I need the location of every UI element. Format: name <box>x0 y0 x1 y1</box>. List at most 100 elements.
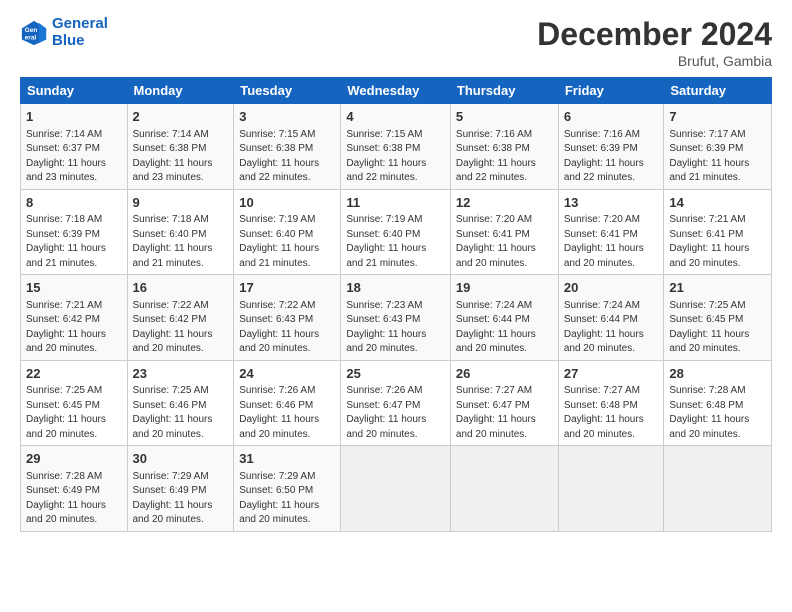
day-number: 9 <box>133 194 229 212</box>
week-row-4: 22 Sunrise: 7:25 AMSunset: 6:45 PMDayligh… <box>21 360 772 446</box>
day-info: Sunrise: 7:22 AMSunset: 6:43 PMDaylight:… <box>239 300 319 355</box>
calendar-header-row: SundayMondayTuesdayWednesdayThursdayFrid… <box>21 78 772 104</box>
day-number: 10 <box>239 194 335 212</box>
weekday-header-tuesday: Tuesday <box>234 78 341 104</box>
week-row-1: 1Sunrise: 7:14 AMSunset: 6:37 PMDaylight… <box>21 104 772 190</box>
calendar-cell: 27Sunrise: 7:27 AMSunset: 6:48 PMDayligh… <box>558 360 664 446</box>
day-number: 20 <box>564 279 659 297</box>
calendar-cell: 17 Sunrise: 7:22 AMSunset: 6:43 PMDayligh… <box>234 275 341 361</box>
day-number: 27 <box>564 365 659 383</box>
calendar-cell: 23 Sunrise: 7:25 AMSunset: 6:46 PMDayligh… <box>127 360 234 446</box>
calendar-cell: 30 Sunrise: 7:29 AMSunset: 6:49 PMDayligh… <box>127 446 234 532</box>
day-number: 25 <box>346 365 445 383</box>
week-row-3: 15 Sunrise: 7:21 AMSunset: 6:42 PMDayligh… <box>21 275 772 361</box>
day-number: 1 <box>26 108 122 126</box>
logo-text-block: General Blue <box>52 16 108 49</box>
weekday-header-wednesday: Wednesday <box>341 78 451 104</box>
day-number: 15 <box>26 279 122 297</box>
day-number: 5 <box>456 108 553 126</box>
calendar-cell: 9Sunrise: 7:18 AMSunset: 6:40 PMDaylight… <box>127 189 234 275</box>
day-number: 30 <box>133 450 229 468</box>
calendar-cell: 8Sunrise: 7:18 AMSunset: 6:39 PMDaylight… <box>21 189 128 275</box>
day-number: 12 <box>456 194 553 212</box>
main-title: December 2024 <box>537 16 772 53</box>
weekday-header-saturday: Saturday <box>664 78 772 104</box>
day-info: Sunrise: 7:14 AMSunset: 6:38 PMDaylight:… <box>133 129 213 184</box>
day-number: 17 <box>239 279 335 297</box>
weekday-header-sunday: Sunday <box>21 78 128 104</box>
day-number: 13 <box>564 194 659 212</box>
calendar-cell: 25Sunrise: 7:26 AMSunset: 6:47 PMDayligh… <box>341 360 451 446</box>
day-info: Sunrise: 7:16 AMSunset: 6:38 PMDaylight:… <box>456 129 536 184</box>
day-info: Sunrise: 7:29 AMSunset: 6:50 PMDaylight:… <box>239 471 319 526</box>
day-info: Sunrise: 7:28 AMSunset: 6:48 PMDaylight:… <box>669 385 749 440</box>
day-number: 28 <box>669 365 766 383</box>
day-number: 6 <box>564 108 659 126</box>
day-info: Sunrise: 7:25 AMSunset: 6:46 PMDaylight:… <box>133 385 213 440</box>
day-info: Sunrise: 7:28 AMSunset: 6:49 PMDaylight:… <box>26 471 106 526</box>
day-number: 21 <box>669 279 766 297</box>
day-number: 23 <box>133 365 229 383</box>
day-info: Sunrise: 7:18 AMSunset: 6:39 PMDaylight:… <box>26 214 106 269</box>
day-number: 16 <box>133 279 229 297</box>
calendar-cell <box>558 446 664 532</box>
calendar-cell: 6 Sunrise: 7:16 AMSunset: 6:39 PMDaylight… <box>558 104 664 190</box>
day-info: Sunrise: 7:21 AMSunset: 6:42 PMDaylight:… <box>26 300 106 355</box>
calendar-cell: 16Sunrise: 7:22 AMSunset: 6:42 PMDayligh… <box>127 275 234 361</box>
logo-icon: Gen eral <box>20 19 48 47</box>
calendar-cell: 28 Sunrise: 7:28 AMSunset: 6:48 PMDayligh… <box>664 360 772 446</box>
logo: Gen eral General Blue <box>20 16 108 49</box>
day-number: 4 <box>346 108 445 126</box>
day-info: Sunrise: 7:26 AMSunset: 6:46 PMDaylight:… <box>239 385 319 440</box>
day-info: Sunrise: 7:19 AMSunset: 6:40 PMDaylight:… <box>239 214 319 269</box>
calendar-body: 1Sunrise: 7:14 AMSunset: 6:37 PMDaylight… <box>21 104 772 532</box>
week-row-5: 29 Sunrise: 7:28 AMSunset: 6:49 PMDayligh… <box>21 446 772 532</box>
calendar-cell: 10 Sunrise: 7:19 AMSunset: 6:40 PMDayligh… <box>234 189 341 275</box>
calendar-cell: 12 Sunrise: 7:20 AMSunset: 6:41 PMDayligh… <box>450 189 558 275</box>
calendar-table: SundayMondayTuesdayWednesdayThursdayFrid… <box>20 77 772 532</box>
calendar-cell: 26 Sunrise: 7:27 AMSunset: 6:47 PMDayligh… <box>450 360 558 446</box>
day-info: Sunrise: 7:27 AMSunset: 6:47 PMDaylight:… <box>456 385 536 440</box>
calendar-cell: 19 Sunrise: 7:24 AMSunset: 6:44 PMDayligh… <box>450 275 558 361</box>
day-info: Sunrise: 7:20 AMSunset: 6:41 PMDaylight:… <box>456 214 536 269</box>
calendar-cell: 29 Sunrise: 7:28 AMSunset: 6:49 PMDayligh… <box>21 446 128 532</box>
weekday-header-monday: Monday <box>127 78 234 104</box>
day-info: Sunrise: 7:17 AMSunset: 6:39 PMDaylight:… <box>669 129 749 184</box>
day-info: Sunrise: 7:29 AMSunset: 6:49 PMDaylight:… <box>133 471 213 526</box>
calendar-cell: 7 Sunrise: 7:17 AMSunset: 6:39 PMDaylight… <box>664 104 772 190</box>
day-number: 2 <box>133 108 229 126</box>
svg-text:Gen: Gen <box>25 27 38 34</box>
day-number: 29 <box>26 450 122 468</box>
day-info: Sunrise: 7:16 AMSunset: 6:39 PMDaylight:… <box>564 129 644 184</box>
calendar-cell: 22 Sunrise: 7:25 AMSunset: 6:45 PMDayligh… <box>21 360 128 446</box>
day-number: 19 <box>456 279 553 297</box>
day-number: 18 <box>346 279 445 297</box>
day-number: 7 <box>669 108 766 126</box>
calendar-cell: 20Sunrise: 7:24 AMSunset: 6:44 PMDayligh… <box>558 275 664 361</box>
day-info: Sunrise: 7:24 AMSunset: 6:44 PMDaylight:… <box>456 300 536 355</box>
calendar-cell: 3Sunrise: 7:15 AMSunset: 6:38 PMDaylight… <box>234 104 341 190</box>
day-info: Sunrise: 7:23 AMSunset: 6:43 PMDaylight:… <box>346 300 426 355</box>
day-info: Sunrise: 7:15 AMSunset: 6:38 PMDaylight:… <box>346 129 426 184</box>
calendar-cell: 21 Sunrise: 7:25 AMSunset: 6:45 PMDayligh… <box>664 275 772 361</box>
weekday-header-thursday: Thursday <box>450 78 558 104</box>
calendar-cell <box>341 446 451 532</box>
day-info: Sunrise: 7:25 AMSunset: 6:45 PMDaylight:… <box>669 300 749 355</box>
calendar-cell: 11Sunrise: 7:19 AMSunset: 6:40 PMDayligh… <box>341 189 451 275</box>
subtitle: Brufut, Gambia <box>537 53 772 69</box>
calendar-cell <box>450 446 558 532</box>
calendar-cell <box>664 446 772 532</box>
day-number: 26 <box>456 365 553 383</box>
week-row-2: 8Sunrise: 7:18 AMSunset: 6:39 PMDaylight… <box>21 189 772 275</box>
title-block: December 2024 Brufut, Gambia <box>537 16 772 69</box>
day-number: 22 <box>26 365 122 383</box>
day-info: Sunrise: 7:20 AMSunset: 6:41 PMDaylight:… <box>564 214 644 269</box>
calendar-cell: 24 Sunrise: 7:26 AMSunset: 6:46 PMDayligh… <box>234 360 341 446</box>
day-info: Sunrise: 7:15 AMSunset: 6:38 PMDaylight:… <box>239 129 319 184</box>
day-number: 24 <box>239 365 335 383</box>
day-number: 11 <box>346 194 445 212</box>
page: Gen eral General Blue December 2024 Bruf… <box>0 0 792 612</box>
day-info: Sunrise: 7:25 AMSunset: 6:45 PMDaylight:… <box>26 385 106 440</box>
calendar-cell: 31Sunrise: 7:29 AMSunset: 6:50 PMDayligh… <box>234 446 341 532</box>
logo-line2: Blue <box>52 33 108 50</box>
